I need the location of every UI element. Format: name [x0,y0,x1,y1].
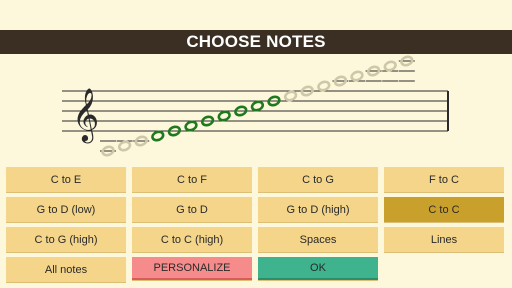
range-button-c-to-f[interactable]: C to F [132,167,252,192]
note-head[interactable] [184,120,198,132]
range-button-spaces[interactable]: Spaces [258,227,378,252]
range-button-all-notes[interactable]: All notes [6,257,126,282]
range-button-c-to-e[interactable]: C to E [6,167,126,192]
range-button-g-to-d[interactable]: G to D [132,197,252,222]
range-button-c-to-c[interactable]: C to C [384,197,504,222]
note-head[interactable] [383,60,397,72]
page-title: CHOOSE NOTES [186,32,326,51]
personalize-button[interactable]: PERSONALIZE [132,257,252,280]
range-button-c-to-g-high[interactable]: C to G (high) [6,227,126,252]
note-head[interactable] [350,70,364,82]
range-button-lines[interactable]: Lines [384,227,504,252]
notes-group [100,55,415,157]
music-staff: 𝄞 [62,55,449,157]
range-button-g-to-d-high[interactable]: G to D (high) [258,197,378,222]
range-button-c-to-g[interactable]: C to G [258,167,378,192]
note-head[interactable] [217,110,231,122]
note-head[interactable] [283,90,298,102]
treble-clef-icon: 𝄞 [72,87,99,143]
range-button-c-to-c-high[interactable]: C to C (high) [132,227,252,252]
note-head[interactable] [117,140,132,152]
range-button-g-to-d-low[interactable]: G to D (low) [6,197,126,222]
title-bar: CHOOSE NOTES [0,30,512,54]
ok-button[interactable]: OK [258,257,378,280]
note-head[interactable] [250,100,265,112]
note-head[interactable] [317,80,331,92]
range-button-f-to-c[interactable]: F to C [384,167,504,192]
note-head[interactable] [151,130,165,142]
note-range-grid: C to E C to F C to G F to C G to D (low)… [6,167,504,282]
staff-area: 𝄞 [0,54,512,166]
